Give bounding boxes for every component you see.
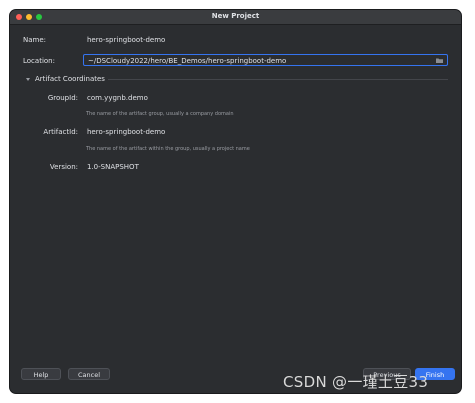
name-label: Name: [23, 36, 47, 44]
watermark-text: CSDN @一瑾土豆33 [283, 373, 429, 391]
new-project-dialog: New Project Name: hero-springboot-demo L… [10, 10, 461, 393]
location-label: Location: [23, 57, 55, 65]
window-title: New Project [211, 12, 260, 20]
groupid-hint: The name of the artifact group, usually … [86, 111, 234, 117]
version-field[interactable]: 1.0-SNAPSHOT [83, 161, 333, 173]
location-field[interactable]: ~/DSCloudy2022/hero/BE_Demos/hero-spring… [83, 54, 448, 66]
section-divider [108, 79, 448, 80]
groupid-field[interactable]: com.yygnb.demo [83, 92, 333, 104]
title-bar: New Project [10, 10, 461, 25]
help-button[interactable]: Help [21, 368, 61, 380]
artifact-coordinates-title[interactable]: Artifact Coordinates [35, 75, 105, 83]
chevron-down-icon[interactable] [26, 78, 30, 81]
location-value: ~/DSCloudy2022/hero/BE_Demos/hero-spring… [88, 57, 287, 65]
artifactid-label: ArtifactId: [43, 128, 78, 136]
artifactid-field[interactable]: hero-springboot-demo [83, 126, 333, 138]
groupid-label: GroupId: [47, 94, 78, 102]
artifactid-hint: The name of the artifact within the grou… [86, 146, 250, 152]
version-label: Version: [49, 163, 78, 171]
name-field[interactable]: hero-springboot-demo [83, 34, 333, 46]
cancel-button[interactable]: Cancel [68, 368, 110, 380]
folder-icon[interactable] [436, 58, 443, 63]
